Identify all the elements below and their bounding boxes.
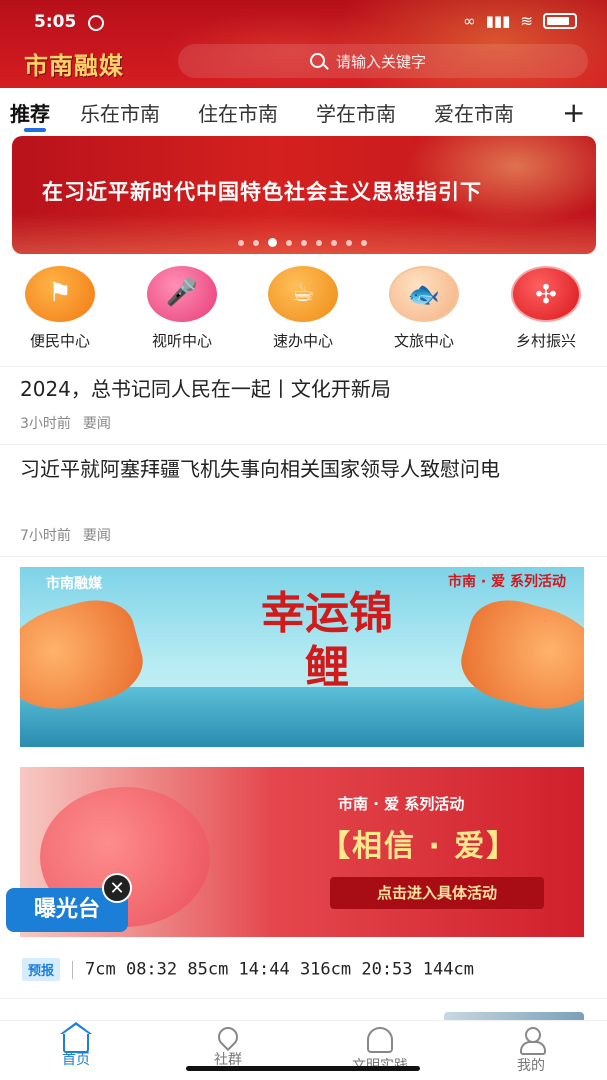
news-meta: 7小时前 要闻 [20,525,111,545]
news-category: 要闻 [82,528,111,544]
coffee-cup-icon: ☕ [268,266,338,322]
promo-brand: 市南融媒 [46,576,102,592]
entry-av-center[interactable]: 🎤 视听中心 [130,266,234,351]
entry-label: 视听中心 [151,332,212,350]
battery-icon [543,13,577,29]
banner-pagination [238,238,367,247]
divider [0,998,607,999]
koi-fish-icon: 🐟 [389,266,459,322]
news-title[interactable]: 习近平就阿塞拜疆飞机失事向相关国家领导人致慰问电 [20,452,590,486]
tide-forecast-ticker: 预报 7cm 08:32 85cm 14:44 316cm 20:53 144cm [22,958,592,988]
plus-icon[interactable]: + [562,96,585,129]
news-category: 要闻 [82,416,111,432]
app-header: 5:05 ∞ ▮▮▮ ≋ 市南融媒 请输入关键字 [0,0,607,88]
search-icon [310,53,325,68]
entry-convenience-center[interactable]: ⚑ 便民中心 [8,266,112,351]
divider [0,366,607,367]
status-icons: ∞ ▮▮▮ ≋ [463,12,577,30]
link-icon: ∞ [463,12,476,30]
nav-label: 我的 [517,1058,545,1074]
search-placeholder: 请输入关键字 [336,53,427,71]
news-meta: 3小时前 要闻 [20,413,111,433]
tide-values: 7cm 08:32 85cm 14:44 316cm 20:53 144cm [85,959,474,980]
notification-icon [88,15,104,31]
nav-home[interactable]: 首页 [16,1022,136,1069]
shell-icon [367,1027,393,1053]
tab-recommend[interactable]: 推荐 [10,98,50,127]
signal-icon: ▮▮▮ [485,12,511,30]
entry-label: 乡村振兴 [515,332,576,350]
active-tab-indicator [24,128,46,132]
entry-culture-tourism-center[interactable]: 🐟 文旅中心 [372,266,476,351]
promo-card-lucky-koi[interactable]: 市南融媒 市南 · 爱 系列活动 幸运锦鲤 [20,567,584,747]
ticker-separator [72,960,74,979]
chinese-knot-icon: ✣ [511,266,581,322]
nav-label: 文明实践 [320,1055,440,1075]
tab-zhu-zai-shinan[interactable]: 住在市南 [198,98,278,127]
pagination-dot [301,239,307,246]
search-input[interactable]: 请输入关键字 [178,44,588,78]
close-icon[interactable]: ✕ [102,873,132,903]
nav-mine[interactable]: 我的 [471,1027,591,1075]
entry-fast-service-center[interactable]: ☕ 速办中心 [251,266,355,351]
bottom-navigation: 首页 社群 文明实践 我的 [0,1020,607,1080]
tab-xue-zai-shinan[interactable]: 学在市南 [316,98,396,127]
pagination-dot-active [268,238,277,247]
pagination-dot [361,239,367,246]
news-title[interactable]: 2024，总书记同人民在一起丨文化开新局 [20,372,590,406]
nav-community[interactable]: 社群 [168,1022,288,1069]
entry-rural-revitalization[interactable]: ✣ 乡村振兴 [494,266,598,351]
promo-series: 市南 · 爱 系列活动 [448,574,566,590]
news-time: 7小时前 [20,528,71,544]
wifi-icon: ≋ [520,12,533,30]
banner-title: 在习近平新时代中国特色社会主义思想指引下 [42,180,482,204]
news-time: 3小时前 [20,416,71,432]
forecast-tag: 预报 [22,958,61,981]
channel-tabs: 推荐 乐在市南 住在市南 学在市南 爱在市南 [0,88,607,132]
pagination-dot [238,239,244,246]
tab-ai-zai-shinan[interactable]: 爱在市南 [434,98,514,127]
status-bar: 5:05 ∞ ▮▮▮ ≋ [0,8,607,38]
home-indicator [186,1066,420,1071]
pagination-dot [346,239,352,246]
promo-cta-button[interactable]: 点击进入具体活动 [330,877,544,909]
user-icon [518,1027,546,1055]
hero-banner[interactable]: 在习近平新时代中国特色社会主义思想指引下 [12,136,596,254]
divider [0,556,607,557]
entry-label: 速办中心 [272,332,333,350]
location-pin-icon [213,1022,243,1052]
pagination-dot [331,239,337,246]
entry-label: 文旅中心 [393,332,454,350]
entry-label: 便民中心 [29,332,90,350]
status-time: 5:05 [34,12,77,32]
home-icon [60,1022,92,1053]
pagination-dot [316,239,322,246]
tab-le-zai-shinan[interactable]: 乐在市南 [80,98,160,127]
divider [0,444,607,445]
flag-icon: ⚑ [25,266,95,322]
promo-series: 市南 · 爱 系列活动 [338,795,465,813]
app-logo: 市南融媒 [24,51,124,80]
microphone-icon: 🎤 [147,266,217,322]
promo-headline: 【相信 · 爱】 [320,829,519,864]
promo-headline: 幸运锦鲤 [261,588,393,693]
pagination-dot [253,239,259,246]
pagination-dot [286,239,292,246]
